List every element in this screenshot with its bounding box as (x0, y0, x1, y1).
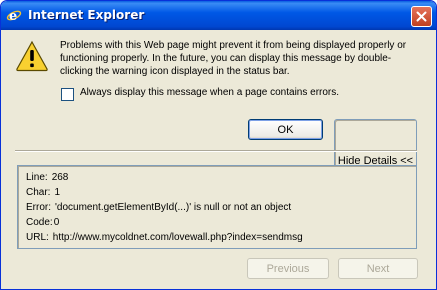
char-label: Char: (26, 187, 51, 198)
warning-icon (16, 40, 48, 72)
always-display-label[interactable]: Always display this message when a page … (80, 87, 339, 98)
previous-button[interactable]: Previous (247, 258, 329, 279)
close-button[interactable] (411, 6, 432, 27)
error-label: Error: (26, 202, 51, 213)
code-value: 0 (53, 217, 60, 228)
line-label: Line: (26, 172, 48, 183)
url-value: http://www.mycoldnet.com/lovewall.php?in… (52, 232, 303, 243)
next-button[interactable]: Next (338, 258, 418, 279)
error-dialog: e Internet Explorer Problems with this W… (0, 0, 437, 290)
always-display-checkbox[interactable] (61, 88, 74, 101)
separator (15, 150, 417, 152)
char-value: 1 (54, 187, 61, 198)
title-bar[interactable]: e Internet Explorer (1, 1, 436, 30)
url-label: URL: (26, 232, 49, 243)
svg-text:e: e (9, 9, 17, 23)
error-message: Problems with this Web page might preven… (60, 40, 407, 77)
error-details-panel: Line: 268 Char: 1 Error: 'document.getEleme… (17, 165, 417, 249)
code-label: Code: (26, 217, 53, 228)
char-row: Char: 1 (26, 187, 60, 198)
close-icon (416, 11, 427, 22)
line-row: Line: 268 (26, 172, 68, 183)
ie-icon: e (6, 9, 22, 23)
code-row: Code:0 (26, 217, 59, 228)
url-row: URL: http://www.mycoldnet.com/lovewall.ph… (26, 232, 303, 243)
error-value: 'document.getElementById(...)' is null o… (55, 202, 292, 213)
window-title: Internet Explorer (28, 8, 145, 22)
ok-button[interactable]: OK (248, 119, 323, 140)
error-row: Error: 'document.getElementById(...)' is … (26, 202, 291, 213)
line-value: 268 (51, 172, 69, 183)
